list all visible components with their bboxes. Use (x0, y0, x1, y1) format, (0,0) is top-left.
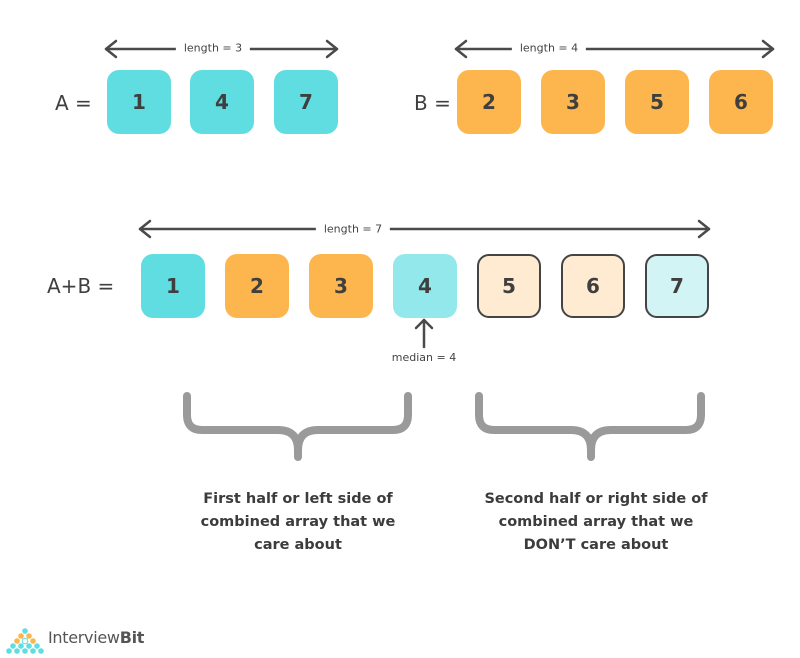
caption-line: First half or left side of (203, 491, 393, 507)
right-brace (475, 392, 705, 461)
array-a-cell: 1 (107, 70, 171, 134)
array-a-cell: 7 (274, 70, 338, 134)
caption-line: Second half or right side of (484, 491, 708, 507)
left-half-caption: First half or left side of combined arra… (168, 488, 428, 557)
combined-cell: 6 (561, 254, 625, 318)
caption-line: care about (254, 537, 342, 553)
array-b-cell: 5 (625, 70, 689, 134)
right-half-caption: Second half or right side of combined ar… (466, 488, 726, 557)
logo-text-interview: Interview (48, 628, 120, 647)
combined-cell: 1 (141, 254, 205, 318)
array-a-cell: 4 (190, 70, 254, 134)
array-b-label: B = (414, 91, 451, 115)
array-b-cell: 2 (457, 70, 521, 134)
combined-cell: 3 (309, 254, 373, 318)
array-b-cell: 6 (709, 70, 773, 134)
logo-text-bit: Bit (119, 628, 145, 647)
length-label-b: length = 4 (511, 41, 587, 55)
median-label: median = 4 (391, 351, 457, 364)
length-label-a: length = 3 (175, 41, 251, 55)
median-arrow (414, 318, 434, 349)
combined-cell: 2 (225, 254, 289, 318)
caption-line: DON’T care about (523, 537, 669, 553)
interviewbit-logo: InterviewBit (48, 628, 144, 647)
interviewbit-logo-icon (6, 628, 44, 654)
combined-cell: 5 (477, 254, 541, 318)
combined-array-label: A+B = (47, 274, 115, 298)
length-arrow-b (454, 39, 775, 59)
combined-cell-median: 4 (393, 254, 457, 318)
array-b-cell: 3 (541, 70, 605, 134)
combined-cell: 7 (645, 254, 709, 318)
left-brace (183, 392, 412, 461)
length-arrow-combined (138, 219, 711, 239)
array-a-label: A = (55, 91, 92, 115)
caption-line: combined array that we (200, 514, 396, 530)
caption-line: combined array that we (498, 514, 694, 530)
length-label-combined: length = 7 (315, 222, 391, 236)
